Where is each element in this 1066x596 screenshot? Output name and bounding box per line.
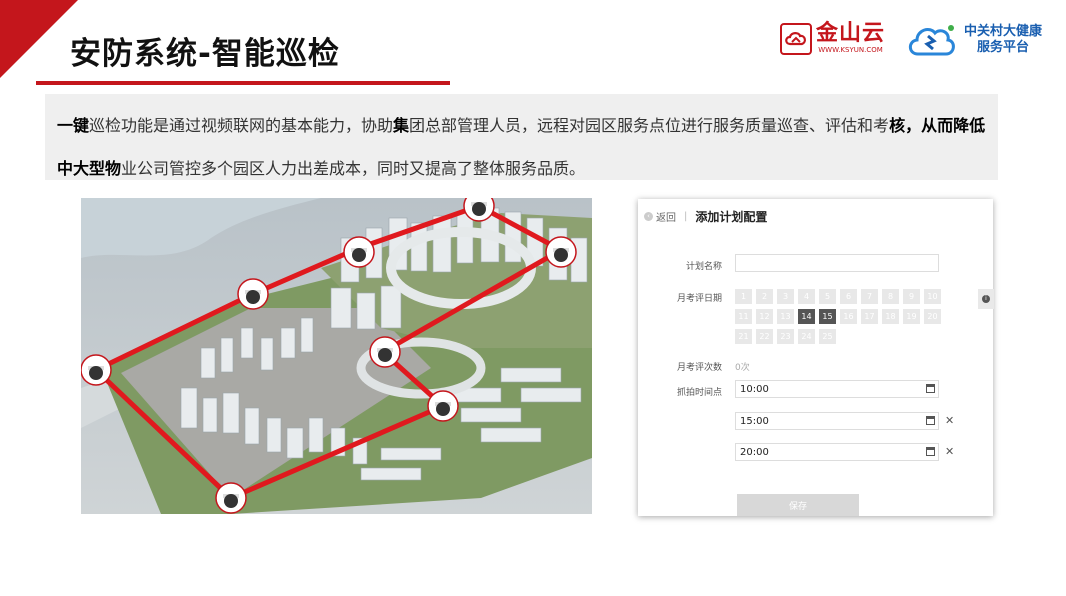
info-icon: i (982, 295, 990, 303)
day-24[interactable]: 24 (798, 329, 815, 344)
cloud-icon (908, 25, 955, 56)
remove-time-3-button[interactable]: ✕ (945, 445, 954, 458)
calendar-icon[interactable] (926, 384, 935, 393)
title-underline (36, 81, 450, 85)
save-button[interactable]: 保存 (737, 494, 859, 516)
day-11[interactable]: 11 (735, 309, 752, 324)
count-value: 0次 (735, 363, 750, 373)
day-8[interactable]: 8 (882, 289, 899, 304)
panel-title: 添加计划配置 (695, 210, 768, 224)
zgc-logo-line1: 中关村大健康 (964, 24, 1043, 39)
description-part2: 团总部管理人员，远程对园区服务点位进行服务质量巡查、评估和考 (409, 116, 890, 135)
day-6[interactable]: 6 (840, 289, 857, 304)
back-icon[interactable]: ‹ (644, 212, 653, 221)
kingsoft-cloud-name: 金山云 (816, 21, 886, 46)
day-20[interactable]: 20 (924, 309, 941, 324)
day-23[interactable]: 23 (777, 329, 794, 344)
day-16[interactable]: 16 (840, 309, 857, 324)
day-2[interactable]: 2 (756, 289, 773, 304)
time-value-1: 10:00 (740, 384, 769, 395)
side-info-tab[interactable]: i (978, 289, 994, 309)
day-7[interactable]: 7 (861, 289, 878, 304)
description-bold1: 集 (393, 116, 410, 135)
time-input-1[interactable]: 10:00 (735, 380, 939, 398)
time-value-2: 15:00 (740, 416, 769, 427)
kingsoft-cloud-logo: 金山云 WWW.KSYUN.COM (780, 22, 885, 55)
time-value-3: 20:00 (740, 447, 769, 458)
day-3[interactable]: 3 (777, 289, 794, 304)
plan-name-label: 计划名称 (685, 262, 722, 272)
day-15[interactable]: 15 (819, 309, 836, 324)
day-18[interactable]: 18 (882, 309, 899, 324)
description-text: 一键巡检功能是通过视频联网的基本能力，协助集团总部管理人员，远程对园区服务点位进… (57, 104, 986, 190)
kingsoft-cloud-mark-icon (780, 22, 812, 55)
description-box: 一键巡检功能是通过视频联网的基本能力，协助集团总部管理人员，远程对园区服务点位进… (45, 94, 998, 180)
day-10[interactable]: 10 (924, 289, 941, 304)
day-25[interactable]: 25 (819, 329, 836, 344)
patrol-map-illustration (81, 198, 592, 514)
day-1[interactable]: 1 (735, 289, 752, 304)
panel-header: ‹ 返回 | 添加计划配置 (644, 208, 767, 225)
day-5[interactable]: 5 (819, 289, 836, 304)
description-part1: 巡检功能是通过视频联网的基本能力，协助 (89, 116, 394, 135)
time-input-3[interactable]: 20:00 (735, 443, 939, 461)
time-label: 抓拍时间点 (676, 388, 722, 398)
description-part3: 业公司管控多个园区人力出差成本，同时又提高了整体服务品质。 (121, 159, 586, 178)
add-plan-panel: ‹ 返回 | 添加计划配置 (638, 199, 993, 516)
day-12[interactable]: 12 (756, 309, 773, 324)
day-13[interactable]: 13 (777, 309, 794, 324)
page-title: 安防系统-智能巡检 (70, 36, 340, 72)
date-label: 月考评日期 (676, 294, 722, 304)
day-14[interactable]: 14 (798, 309, 815, 324)
zgc-health-logo: 中关村大健康 服务平台 (906, 22, 1042, 58)
day-4[interactable]: 4 (798, 289, 815, 304)
calendar-icon[interactable] (926, 447, 935, 456)
calendar-icon[interactable] (926, 416, 935, 425)
day-9[interactable]: 9 (903, 289, 920, 304)
back-link[interactable]: 返回 (656, 209, 676, 224)
day-21[interactable]: 21 (735, 329, 752, 344)
plan-name-input[interactable] (735, 254, 939, 272)
remove-time-2-button[interactable]: ✕ (945, 414, 954, 427)
time-input-2[interactable]: 15:00 (735, 412, 939, 430)
corner-decoration (0, 0, 78, 78)
zgc-logo-line2: 服务平台 (977, 40, 1030, 55)
count-label: 月考评次数 (676, 363, 722, 373)
header-separator: | (684, 211, 688, 222)
day-17[interactable]: 17 (861, 309, 878, 324)
day-22[interactable]: 22 (756, 329, 773, 344)
slide: 安防系统-智能巡检 金山云 WWW.KSYUN.COM 中关村大健康 服务平台 … (0, 0, 1066, 596)
day-19[interactable]: 19 (903, 309, 920, 324)
kingsoft-cloud-url: WWW.KSYUN.COM (818, 46, 883, 54)
description-lead: 一键 (57, 116, 90, 135)
